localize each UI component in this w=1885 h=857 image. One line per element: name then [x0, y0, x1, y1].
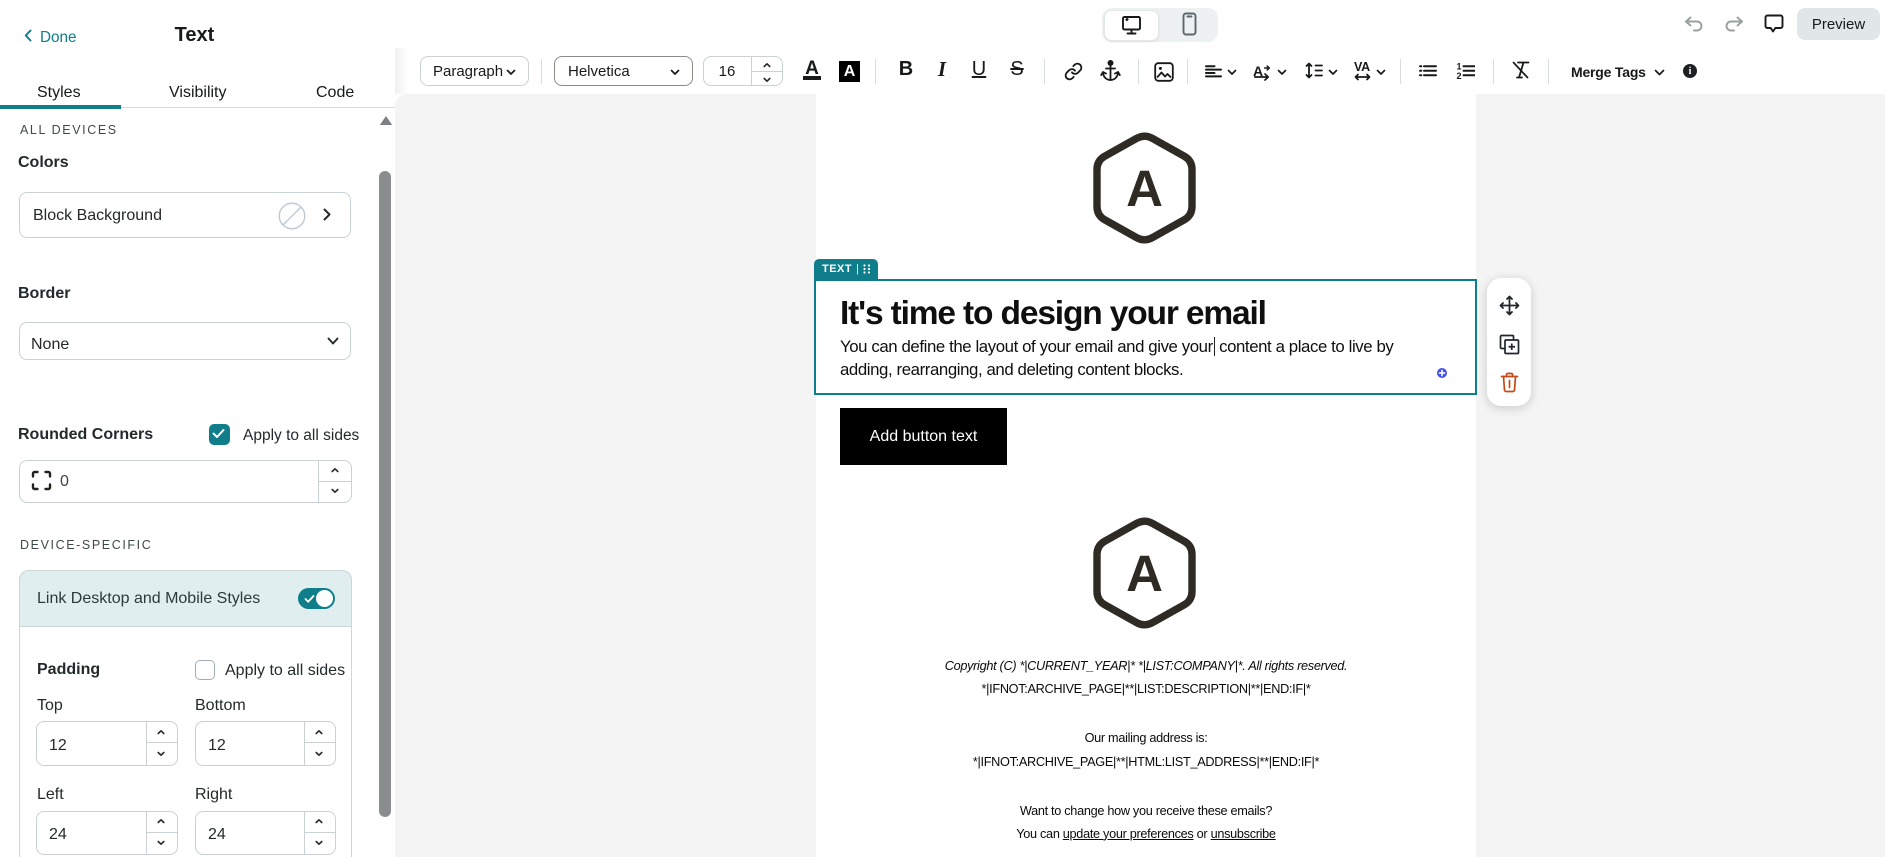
svg-text:A: A — [1126, 160, 1163, 217]
svg-text:A: A — [1126, 545, 1163, 602]
svg-text:2: 2 — [1457, 71, 1462, 80]
